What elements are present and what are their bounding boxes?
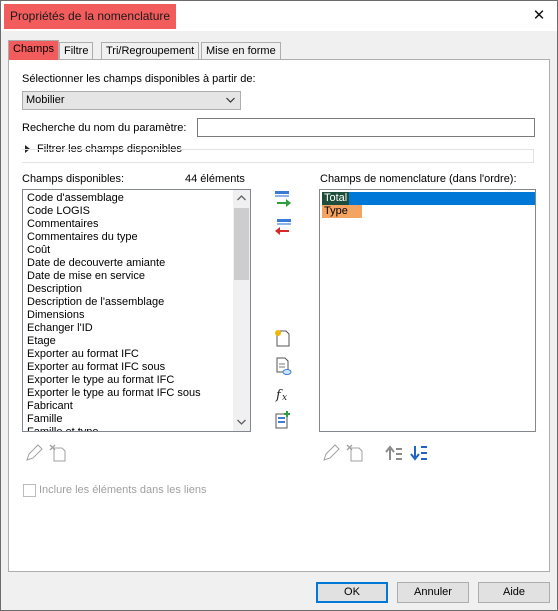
- tab-tri-regroupement[interactable]: Tri/Regroupement: [101, 42, 200, 59]
- list-item[interactable]: Echanger l'ID: [25, 322, 233, 335]
- pencil-icon[interactable]: [24, 443, 44, 463]
- move-down-icon[interactable]: [409, 443, 429, 463]
- search-input[interactable]: [197, 118, 535, 137]
- available-fields-items: Code d'assemblage Code LOGIS Commentaires C…: [25, 192, 233, 431]
- available-fields-label: Champs disponibles:: [22, 173, 125, 185]
- new-parameter-icon[interactable]: [273, 328, 293, 348]
- scheduled-fields-list[interactable]: Total Type: [319, 189, 536, 432]
- tab-champs[interactable]: Champs: [8, 40, 59, 60]
- selected-row[interactable]: Total: [322, 192, 535, 205]
- dialog-title: Propriétés de la nomenclature: [4, 4, 177, 29]
- close-button[interactable]: ✕: [525, 3, 553, 28]
- list-item[interactable]: Exporter le type au format IFC: [25, 374, 233, 387]
- list-item[interactable]: Commentaires: [25, 218, 233, 231]
- remove-field-icon[interactable]: [273, 217, 293, 237]
- ok-button[interactable]: OK: [316, 582, 388, 603]
- scroll-up-icon[interactable]: [233, 190, 250, 207]
- include-links-checkbox[interactable]: [23, 484, 36, 497]
- calculated-value-icon[interactable]: f x: [273, 384, 293, 404]
- scheduled-fields-label: Champs de nomenclature (dans l'ordre):: [320, 173, 517, 185]
- tab-mise-en-forme[interactable]: Mise en forme: [201, 42, 281, 59]
- help-button[interactable]: Aide: [478, 582, 550, 603]
- available-fields-list[interactable]: Code d'assemblage Code LOGIS Commentaires C…: [22, 189, 251, 432]
- include-links-label: Inclure les éléments dans les liens: [39, 484, 207, 496]
- list-item[interactable]: Date de mise en service: [25, 270, 233, 283]
- add-field-icon[interactable]: [273, 189, 293, 209]
- scroll-down-icon[interactable]: [233, 414, 250, 431]
- cancel-button[interactable]: Annuler: [397, 582, 469, 603]
- list-item[interactable]: Dimensions: [25, 309, 233, 322]
- title-bar: Propriétés de la nomenclature ✕: [1, 1, 557, 31]
- source-dropdown[interactable]: Mobilier: [22, 91, 241, 110]
- edit-parameter-icon[interactable]: [273, 356, 293, 376]
- list-item[interactable]: Exporter le type au format IFC sous: [25, 387, 233, 400]
- delete-parameter-icon[interactable]: [48, 443, 68, 463]
- chevron-down-icon: [226, 92, 235, 115]
- list-item[interactable]: Exporter au format IFC: [25, 348, 233, 361]
- combine-parameters-icon[interactable]: [273, 410, 293, 430]
- list-item[interactable]: Fabricant: [25, 400, 233, 413]
- list-item[interactable]: Description: [25, 283, 233, 296]
- list-item[interactable]: Code LOGIS: [25, 205, 233, 218]
- list-item[interactable]: Description de l'assemblage: [25, 296, 233, 309]
- list-item[interactable]: Code d'assemblage: [25, 192, 233, 205]
- move-up-icon[interactable]: [384, 443, 404, 463]
- list-item[interactable]: Commentaires du type: [25, 231, 233, 244]
- svg-text:x: x: [282, 393, 287, 403]
- pencil-icon[interactable]: [321, 443, 341, 463]
- scrollbar[interactable]: [233, 190, 250, 431]
- list-item[interactable]: Coût: [25, 244, 233, 257]
- list-item[interactable]: Type: [322, 205, 362, 218]
- filter-section-frame: [22, 149, 534, 163]
- source-label: Sélectionner les champs disponibles à pa…: [22, 73, 256, 85]
- source-dropdown-value: Mobilier: [26, 94, 65, 106]
- delete-parameter-icon[interactable]: [345, 443, 365, 463]
- list-item[interactable]: Exporter au format IFC sous: [25, 361, 233, 374]
- scrollbar-thumb[interactable]: [234, 208, 249, 280]
- search-label: Recherche du nom du paramètre:: [22, 122, 187, 134]
- list-item[interactable]: Famille: [25, 413, 233, 426]
- list-item[interactable]: Famille et type: [25, 426, 233, 431]
- tab-filtre[interactable]: Filtre: [59, 42, 94, 59]
- list-item: Total: [322, 192, 350, 205]
- dialog-window: Propriétés de la nomenclature ✕ Champs F…: [0, 0, 558, 611]
- list-item[interactable]: Date de decouverte amiante: [25, 257, 233, 270]
- available-count: 44 éléments: [185, 173, 245, 185]
- list-item[interactable]: Etage: [25, 335, 233, 348]
